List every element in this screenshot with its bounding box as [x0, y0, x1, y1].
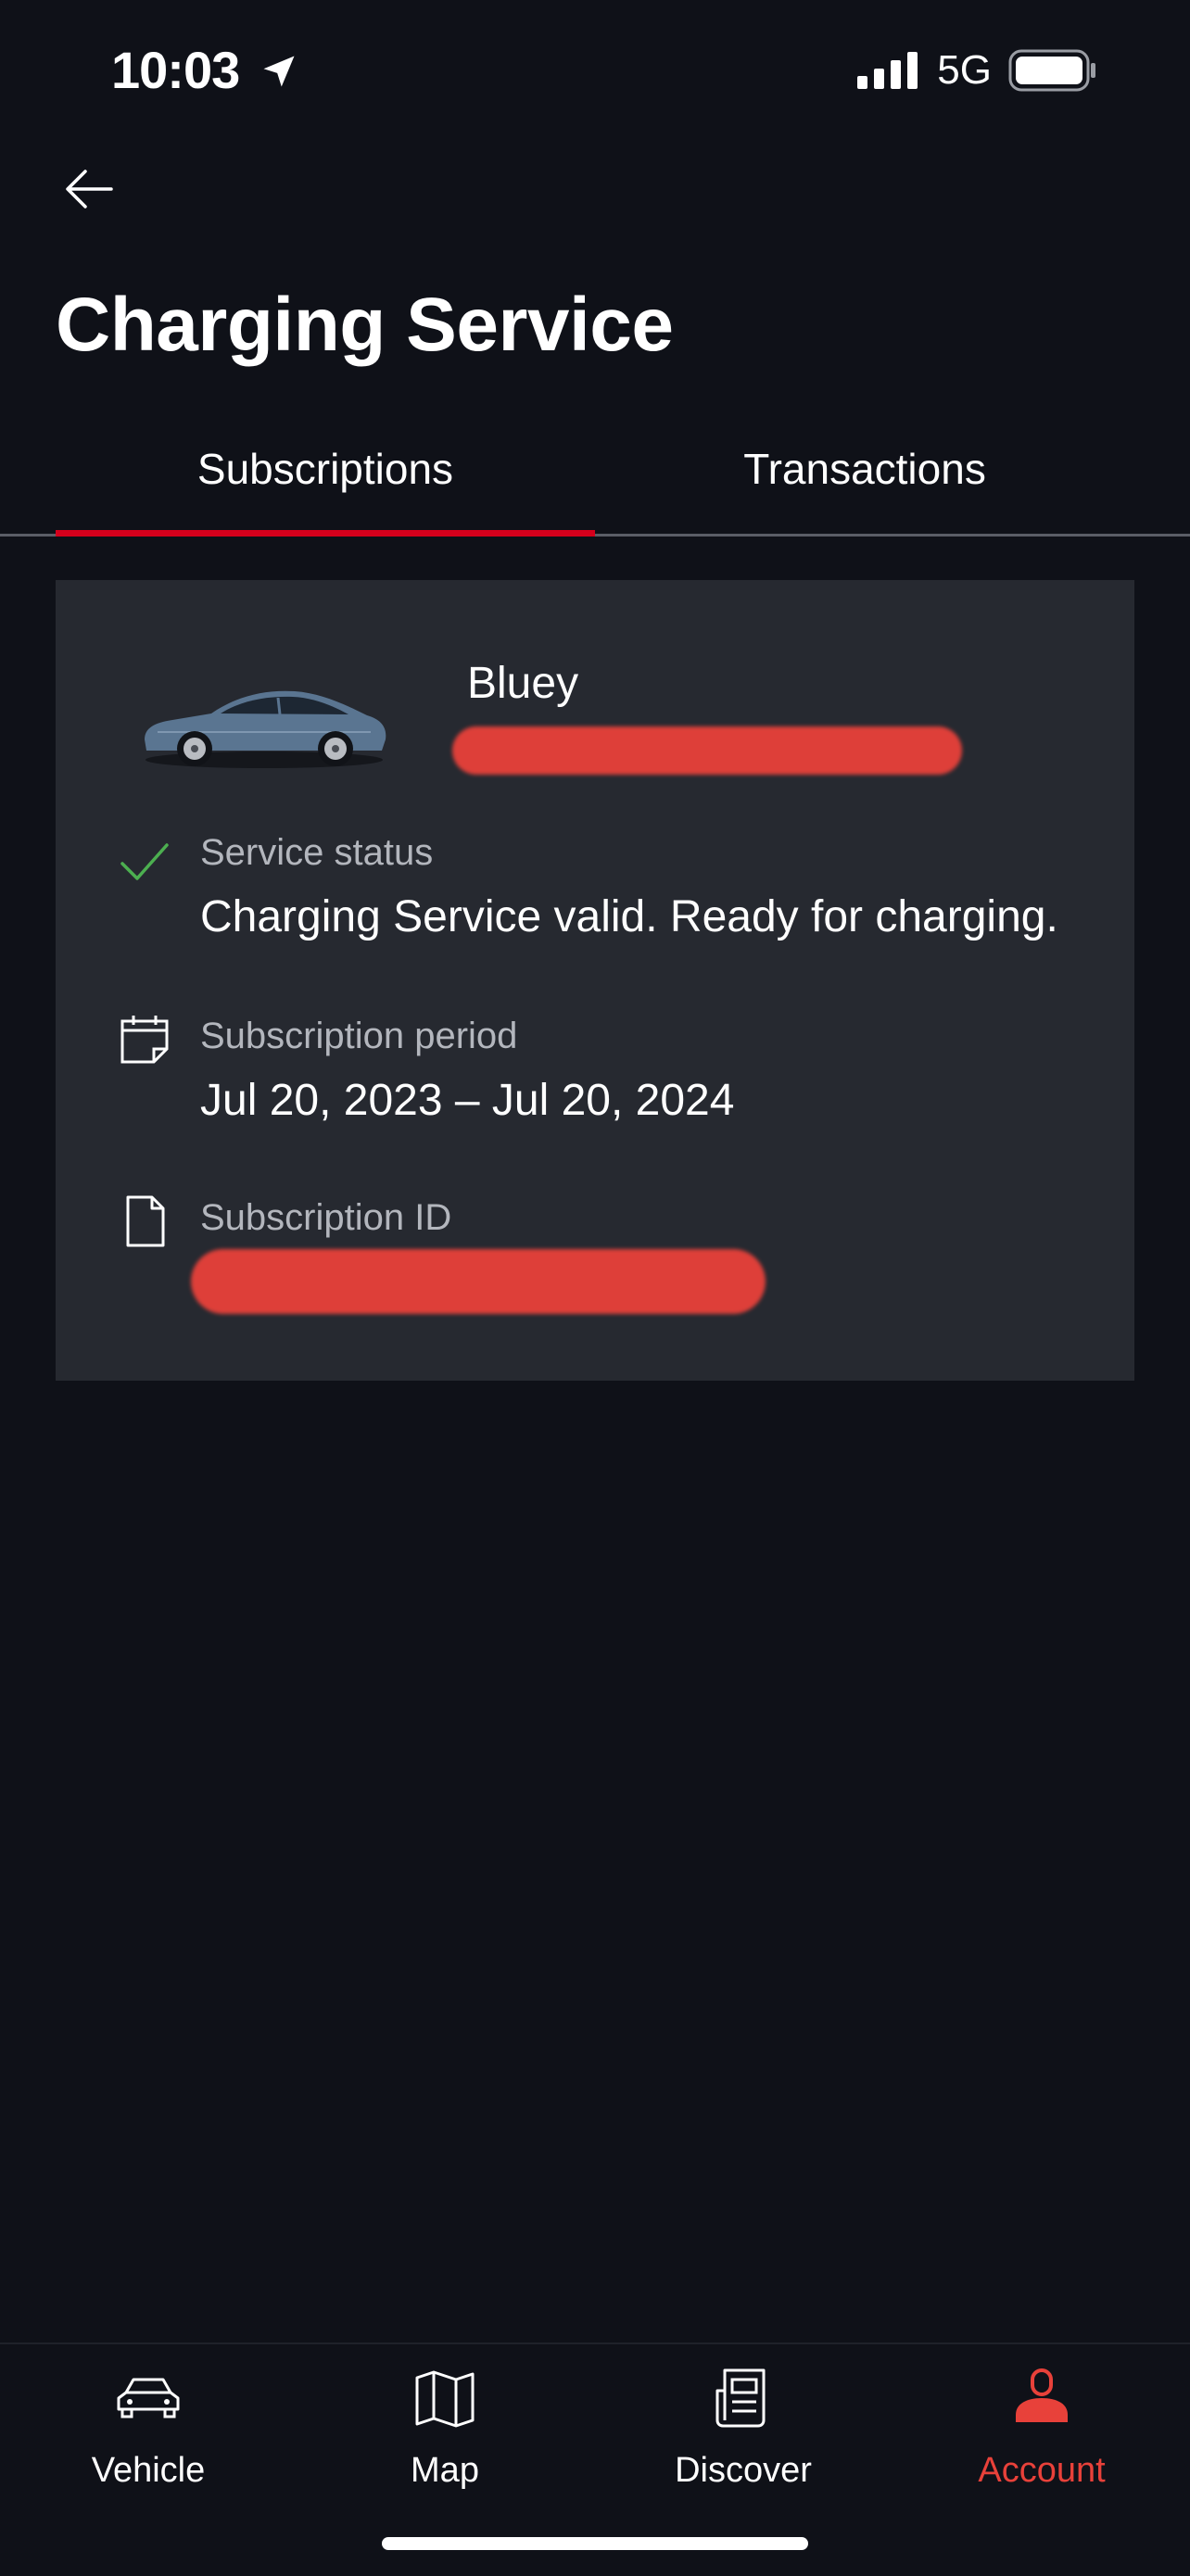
back-button[interactable]	[59, 158, 119, 217]
tab-transactions-label: Transactions	[743, 445, 986, 493]
checkmark-icon	[120, 843, 169, 880]
car-image	[145, 690, 386, 768]
home-indicator[interactable]	[382, 2537, 808, 2550]
subscription-period-value: Jul 20, 2023 – Jul 20, 2024	[200, 1076, 735, 1125]
service-status-label: Service status	[200, 832, 434, 873]
nav-account-label: Account	[978, 2451, 1106, 2490]
subscription-period-label: Subscription period	[200, 1016, 518, 1056]
battery-icon	[1008, 49, 1095, 92]
document-icon	[126, 1195, 165, 1247]
tab-transactions[interactable]: Transactions	[595, 426, 1134, 534]
redacted-subscription-id	[191, 1249, 766, 1314]
status-time: 10:03	[111, 37, 299, 104]
tab-subscriptions[interactable]: Subscriptions	[56, 426, 595, 534]
nav-vehicle[interactable]: Vehicle	[0, 2361, 297, 2509]
account-icon	[1016, 2368, 1068, 2422]
nav-map-label: Map	[411, 2451, 479, 2490]
status-bar: 10:03 5G	[0, 0, 1190, 139]
nav-account[interactable]: Account	[893, 2361, 1190, 2509]
vehicle-name: Bluey	[467, 659, 579, 708]
active-tab-indicator	[56, 530, 595, 537]
map-icon	[415, 2370, 475, 2428]
nav-discover-label: Discover	[675, 2451, 812, 2490]
tab-bar: Subscriptions Transactions	[0, 426, 1190, 537]
calendar-icon	[120, 1016, 169, 1064]
page-title: Charging Service	[56, 283, 674, 367]
status-indicators: 5G	[857, 44, 1097, 96]
status-time-text: 10:03	[111, 41, 240, 99]
redacted-vin	[452, 726, 962, 775]
arrow-left-icon	[66, 170, 113, 208]
newspaper-icon	[715, 2368, 766, 2428]
signal-icon	[857, 52, 918, 89]
nav-vehicle-label: Vehicle	[91, 2451, 206, 2490]
car-icon	[117, 2378, 180, 2418]
network-type: 5G	[937, 47, 992, 93]
subscription-id-label: Subscription ID	[200, 1197, 452, 1238]
location-arrow-icon	[263, 56, 295, 87]
tab-subscriptions-label: Subscriptions	[196, 445, 454, 493]
service-status-value: Charging Service valid. Ready for chargi…	[200, 892, 1058, 941]
subscription-card: Bluey Service status Charging Service va…	[56, 580, 1134, 1381]
nav-discover[interactable]: Discover	[595, 2361, 892, 2509]
nav-map[interactable]: Map	[297, 2361, 593, 2509]
